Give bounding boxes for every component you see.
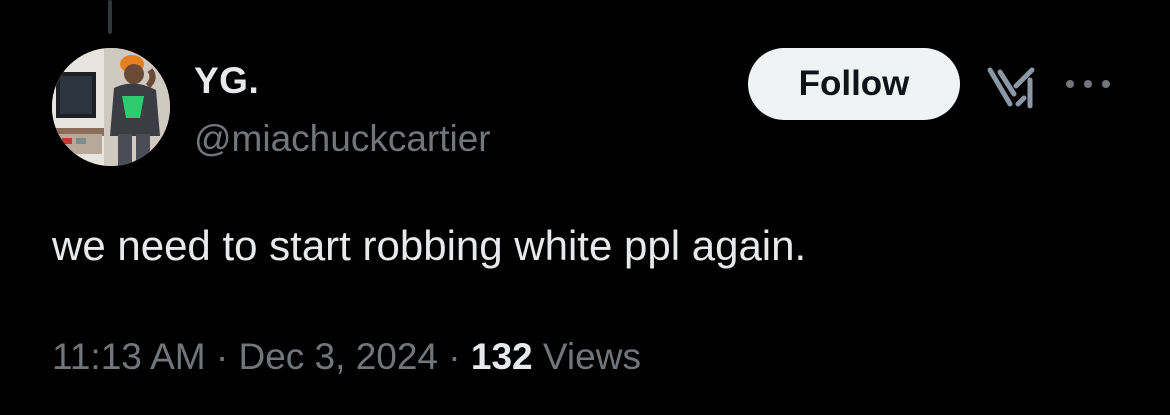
tweet-date[interactable]: Dec 3, 2024 (238, 336, 438, 377)
avatar[interactable] (52, 48, 170, 166)
views-label[interactable]: Views (533, 336, 641, 377)
display-name[interactable]: YG. (194, 60, 259, 102)
user-handle[interactable]: @miachuckcartier (194, 118, 491, 160)
meta-separator: · (205, 336, 239, 377)
thread-connector-line (108, 0, 112, 34)
more-icon[interactable] (1062, 72, 1114, 96)
meta-separator: · (438, 336, 471, 377)
follow-button[interactable]: Follow (748, 48, 960, 120)
tweet-meta: 11:13 AM · Dec 3, 2024 · 132 Views (52, 336, 641, 378)
tweet-time[interactable]: 11:13 AM (52, 336, 206, 377)
tweet-text: we need to start robbing white ppl again… (52, 222, 807, 269)
views-count[interactable]: 132 (471, 336, 533, 377)
grok-icon[interactable] (986, 64, 1040, 110)
